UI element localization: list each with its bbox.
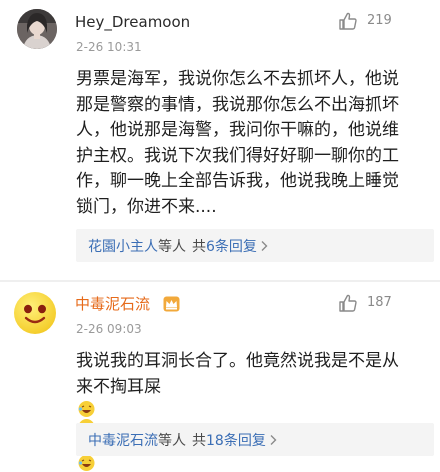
- username[interactable]: 中毒泥石流: [75, 295, 150, 313]
- reply-suffix: 等人: [158, 236, 186, 256]
- smiling-emoji-icon: [14, 292, 56, 334]
- chevron-right-icon: [269, 434, 277, 446]
- user-avatar[interactable]: [14, 292, 56, 334]
- comment-body: 男票是海军，我说你怎么不去抓坏人，他说 那是警察的事情，我说那你怎么不出海抓坏 …: [76, 67, 428, 220]
- reply-total-label: 共: [192, 430, 206, 450]
- reply-count: 18条回复: [206, 430, 266, 450]
- reply-author-link[interactable]: 花園小主人: [88, 236, 158, 256]
- comment-text-line: 我说我的耳洞长合了。他竟然说我是不是从: [76, 349, 428, 375]
- comment-item: Hey_Dreamoon 2-26 10:31 219 男票是海军，我说你怎么不…: [0, 0, 440, 280]
- thumbs-up-icon: [338, 293, 358, 313]
- vip-crown-badge-icon: [163, 296, 180, 312]
- laughing-emoji-icon: [77, 454, 96, 472]
- comment-text-line: 那是警察的事情，我说那你怎么不出海抓坏: [76, 93, 428, 119]
- reply-suffix: 等人: [158, 430, 186, 450]
- chevron-right-icon: [260, 240, 268, 252]
- comment-text-line: 人，他说那是海警，我问你干嘛的，他说维: [76, 118, 428, 144]
- user-avatar[interactable]: [17, 9, 57, 49]
- comment-timestamp: 2-26 09:03: [76, 322, 142, 336]
- comment-text-line: 作，聊一晚上全部告诉我，他说我晚上睡觉: [76, 169, 428, 195]
- replies-summary-button[interactable]: 中毒泥石流 等人 共 18条回复: [76, 423, 434, 456]
- portrait-photo-icon: [17, 9, 57, 49]
- like-count: 219: [367, 11, 392, 31]
- replies-summary-button[interactable]: 花園小主人 等人 共 6条回复: [76, 229, 434, 262]
- like-count: 187: [367, 293, 392, 313]
- like-button[interactable]: 219: [338, 10, 392, 32]
- reply-author-link[interactable]: 中毒泥石流: [88, 430, 158, 450]
- thumbs-up-icon: [338, 11, 358, 31]
- comment-text-line: 来不掏耳屎: [76, 377, 161, 397]
- comment-timestamp: 2-26 10:31: [76, 40, 142, 54]
- comment-text-line: 锁门，你进不来....: [76, 195, 428, 221]
- reply-total-label: 共: [192, 236, 206, 256]
- like-button[interactable]: 187: [338, 292, 392, 314]
- reply-count: 6条回复: [206, 236, 257, 256]
- laughing-emoji-icon: [77, 400, 96, 418]
- comment-text-line: 男票是海军，我说你怎么不去抓坏人，他说: [76, 67, 428, 93]
- username[interactable]: Hey_Dreamoon: [75, 13, 190, 31]
- comment-text-line: 护主权。我说下次我们得好好聊一聊你的工: [76, 144, 428, 170]
